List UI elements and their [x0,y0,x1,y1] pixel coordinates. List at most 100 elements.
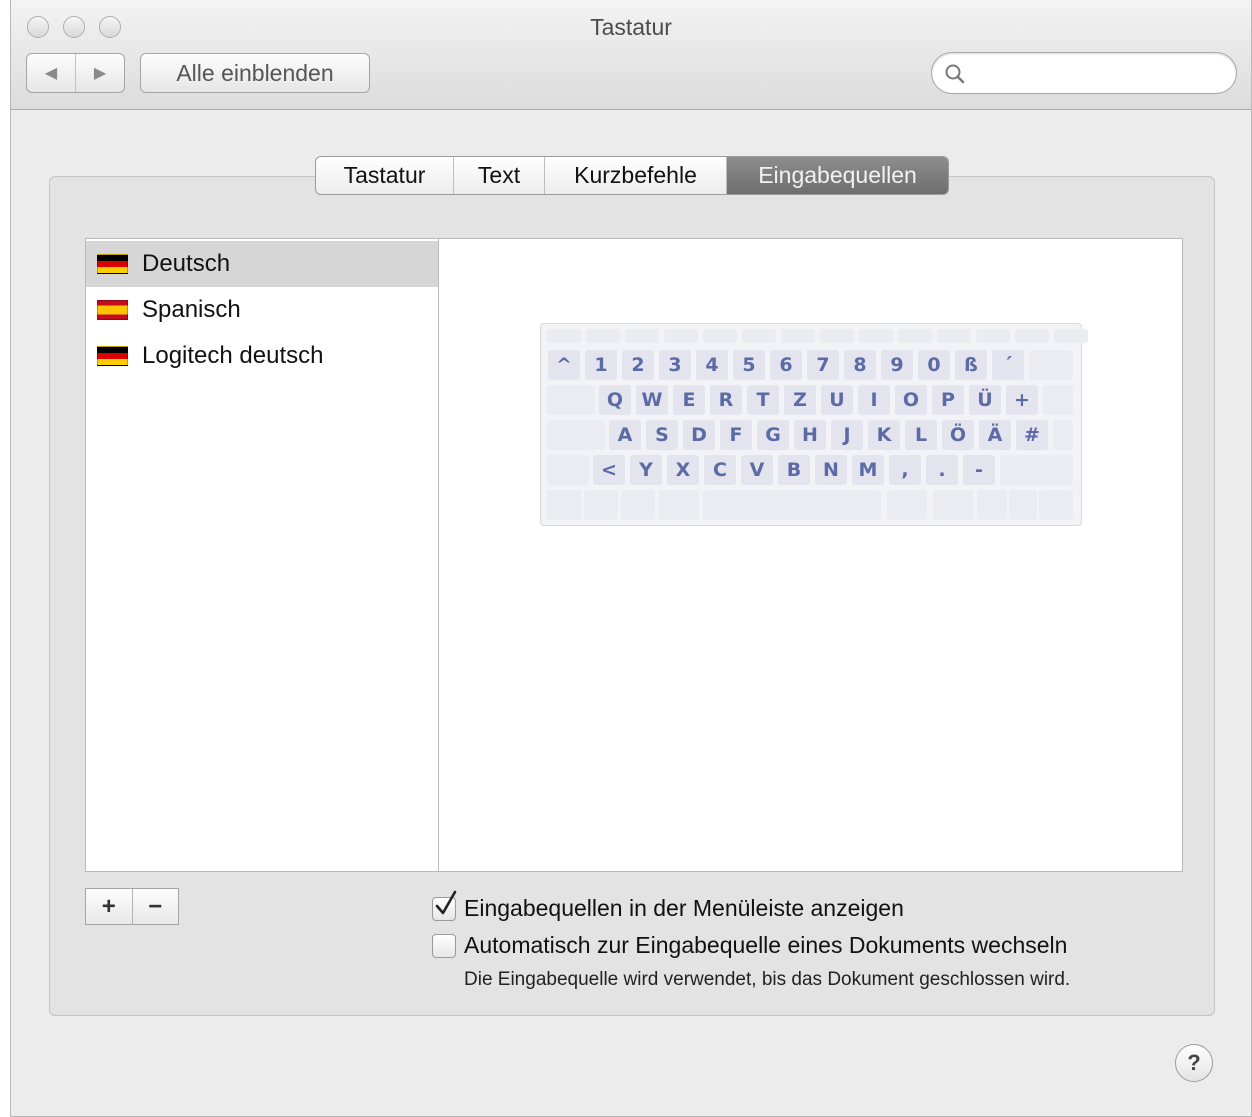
keyboard-key: Ä [979,420,1011,450]
show-in-menubar-label[interactable]: Eingabequellen in der Menüleiste anzeige… [464,895,904,922]
auto-switch-checkbox[interactable] [432,934,456,958]
back-arrow-icon: ◀ [44,65,58,82]
keyboard-key: H [794,420,826,450]
help-button[interactable]: ? [1175,1044,1213,1082]
keyboard-key: G [757,420,789,450]
keyboard-key: B [778,455,810,485]
back-button[interactable]: ◀ [27,54,76,92]
function-key [625,329,659,343]
function-key [664,329,698,343]
function-key [859,329,893,343]
function-key [937,329,971,343]
keyboard-key: D [683,420,715,450]
bottom-row-key [887,490,927,520]
keyboard-key: A [609,420,641,450]
auto-switch-note: Die Eingabequelle wird verwendet, bis da… [464,969,1071,990]
bottom-row-key [547,490,581,520]
keyboard-key: S [646,420,678,450]
keyboard-key: ´ [992,350,1024,380]
modifier-key [1043,385,1073,415]
function-key [781,329,815,343]
input-source-item-deutsch[interactable]: Deutsch [86,241,438,287]
bottom-row-key [933,490,973,520]
keyboard-key: Ö [942,420,974,450]
keyboard-key: 5 [733,350,765,380]
auto-switch-label[interactable]: Automatisch zur Eingabequelle eines Doku… [464,932,1067,959]
keyboard-key: 1 [585,350,617,380]
function-key [1015,329,1049,343]
function-key [586,329,620,343]
keyboard-key: 2 [622,350,654,380]
input-source-item-spanisch[interactable]: Spanisch [86,287,438,333]
search-input[interactable] [972,59,1222,87]
show-all-button[interactable]: Alle einblenden [140,53,370,93]
keyboard-key: , [889,455,921,485]
tab-text[interactable]: Text [454,157,545,194]
keyboard-key: U [821,385,853,415]
tab-eingabequellen[interactable]: Eingabequellen [727,157,948,194]
input-source-label: Deutsch [142,250,231,277]
show-in-menubar-checkbox[interactable] [432,890,457,921]
tab-tastatur[interactable]: Tastatur [316,157,454,194]
keyboard-key: X [667,455,699,485]
keyboard-key: 0 [918,350,950,380]
bottom-row-key [977,490,1007,520]
keyboard-key: W [636,385,668,415]
keyboard-key: # [1016,420,1048,450]
function-key [547,329,581,343]
window-title: Tastatur [590,14,672,40]
input-source-item-logitech-deutsch[interactable]: Logitech deutsch [86,333,438,379]
keyboard-key: + [1006,385,1038,415]
germany-flag-icon [97,346,128,366]
input-source-label: Logitech deutsch [142,342,324,369]
checkmark-icon [435,890,457,915]
function-key [703,329,737,343]
tab-kurzbefehle[interactable]: Kurzbefehle [545,157,727,194]
keyboard-key: 3 [659,350,691,380]
function-key [898,329,932,343]
bottom-row-key [584,490,618,520]
keyboard-key: N [815,455,847,485]
keyboard-key: < [593,455,625,485]
keyboard-key: 8 [844,350,876,380]
bottom-row-key [621,490,655,520]
keyboard-key: O [895,385,927,415]
add-input-source-button[interactable]: + [86,889,133,924]
tab-bar: Tastatur Text Kurzbefehle Eingabequellen [315,156,949,195]
bottom-row-key [703,490,881,520]
keyboard-key: Z [784,385,816,415]
nav-buttons: ◀ ▶ [26,53,125,93]
forward-button[interactable]: ▶ [76,54,124,92]
modifier-key [1053,420,1073,450]
keyboard-key: T [747,385,779,415]
keyboard-key: C [704,455,736,485]
keyboard-key: - [963,455,995,485]
germany-flag-icon [97,254,128,274]
modifier-key [1029,350,1073,380]
tab-key [547,385,595,415]
keyboard-key: Q [599,385,631,415]
function-key [1054,329,1088,343]
input-source-list[interactable]: Deutsch Spanisch Logitech deutsch [85,238,439,872]
keyboard-key: Ü [969,385,1001,415]
keyboard-key: I [858,385,890,415]
add-remove-buttons: + − [85,888,179,925]
keyboard-key: M [852,455,884,485]
function-key [820,329,854,343]
search-icon [944,63,966,90]
keyboard-preview-area: ^ 1 2 3 4 5 6 7 8 9 0 ß ´ Q W E R T Z U I O P Ü + A S D F G H J K L Ö Ä # < Y X… [438,238,1183,872]
bottom-row-key [659,490,699,520]
search-field[interactable] [931,52,1237,94]
keyboard-key: K [868,420,900,450]
input-source-label: Spanisch [142,296,241,323]
keyboard-key: R [710,385,742,415]
keyboard-key: ß [955,350,987,380]
keyboard-key: P [932,385,964,415]
keyboard-layout-preview: ^ 1 2 3 4 5 6 7 8 9 0 ß ´ Q W E R T Z U I O P Ü + A S D F G H J K L Ö Ä # < Y X… [540,323,1088,526]
remove-input-source-button[interactable]: − [133,889,179,924]
shift-key [547,455,589,485]
bottom-row-key [1039,490,1073,520]
keyboard-key: F [720,420,752,450]
keyboard-key: 6 [770,350,802,380]
titlebar: Tastatur ◀ ▶ Alle einblenden [11,0,1251,110]
